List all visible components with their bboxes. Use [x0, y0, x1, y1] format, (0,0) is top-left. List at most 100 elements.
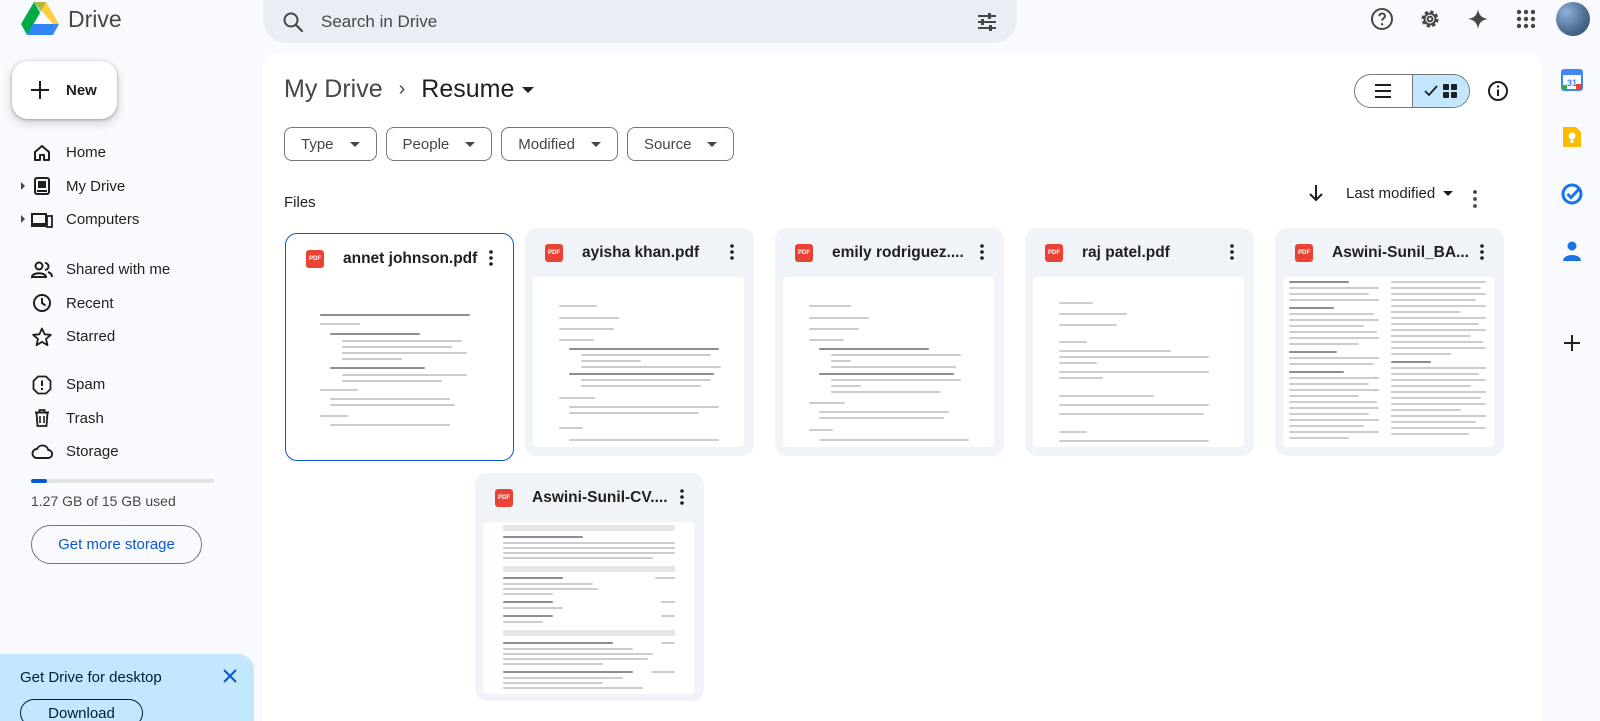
sidebar-item-home[interactable]: Home	[0, 136, 262, 170]
grid-view-button[interactable]	[1411, 75, 1469, 107]
chevron-right-icon: ›	[398, 78, 406, 100]
file-card[interactable]: PDF emily rodriguez....	[775, 228, 1004, 456]
sidebar-item-my-drive[interactable]: My Drive	[0, 170, 262, 204]
filter-label: Source	[643, 135, 692, 153]
search-input[interactable]: Search in Drive	[321, 12, 975, 32]
computers-icon	[30, 208, 54, 232]
file-thumbnail	[783, 277, 994, 447]
sidebar-item-label: Computers	[66, 211, 140, 229]
file-name: Aswini-Sunil_BA...	[1332, 243, 1469, 261]
new-button-label: New	[66, 81, 97, 99]
file-thumbnail	[1283, 277, 1494, 447]
filter-modified[interactable]: Modified	[501, 127, 618, 161]
file-card[interactable]: PDF annet johnson.pdf	[285, 233, 514, 461]
dropdown-icon	[590, 141, 601, 147]
more-vert-icon[interactable]	[1472, 242, 1492, 262]
file-card[interactable]: PDF Aswini-Sunil-CV....	[475, 473, 704, 701]
home-icon	[30, 141, 54, 165]
get-more-storage-button[interactable]: Get more storage	[31, 525, 202, 564]
view-toggle	[1354, 74, 1470, 108]
search-icon[interactable]	[281, 10, 305, 34]
breadcrumb: My Drive › Resume	[284, 75, 535, 104]
pdf-icon: PDF	[1295, 243, 1313, 262]
info-icon[interactable]	[1484, 77, 1512, 105]
file-thumbnail	[483, 522, 694, 694]
breadcrumb-root[interactable]: My Drive	[284, 75, 383, 104]
sort-direction-arrow-icon[interactable]	[1308, 184, 1324, 202]
more-vert-icon[interactable]	[972, 242, 992, 262]
pdf-icon: PDF	[795, 243, 813, 262]
sidebar-item-trash[interactable]: Trash	[0, 402, 262, 436]
desktop-promo-banner: Get Drive for desktop Download	[0, 654, 254, 721]
download-button[interactable]: Download	[20, 699, 143, 721]
dropdown-icon	[707, 141, 718, 147]
sidebar-item-label: Storage	[66, 443, 119, 461]
file-name: emily rodriguez....	[832, 243, 964, 261]
sidebar-item-label: Spam	[66, 376, 106, 394]
main-content: My Drive › Resume Type People Modified S…	[263, 53, 1542, 721]
file-name: annet johnson.pdf	[343, 249, 478, 267]
file-thumbnail	[294, 283, 505, 453]
dropdown-icon	[1443, 190, 1454, 196]
sidebar-item-recent[interactable]: Recent	[0, 287, 262, 321]
filter-source[interactable]: Source	[626, 127, 735, 161]
calendar-icon[interactable]: 31	[1561, 69, 1583, 91]
tasks-icon[interactable]	[1561, 183, 1583, 205]
more-vert-icon[interactable]	[1222, 242, 1242, 262]
spam-icon	[30, 373, 54, 397]
sidebar-item-label: My Drive	[66, 177, 126, 195]
sort-by-dropdown[interactable]: Last modified	[1346, 185, 1454, 202]
add-icon[interactable]	[1561, 332, 1583, 354]
search-bar[interactable]: Search in Drive	[263, 0, 1017, 43]
more-vert-icon[interactable]	[1463, 187, 1487, 211]
new-button[interactable]: New	[12, 61, 117, 119]
file-card[interactable]: PDF raj patel.pdf	[1025, 228, 1254, 456]
breadcrumb-current[interactable]: Resume	[421, 75, 514, 104]
filter-type[interactable]: Type	[284, 127, 377, 161]
filter-chips: Type People Modified Source	[284, 127, 735, 161]
filter-people[interactable]: People	[385, 127, 493, 161]
expand-caret-icon[interactable]	[21, 181, 25, 190]
file-thumbnail	[1033, 277, 1244, 447]
more-vert-icon[interactable]	[722, 242, 742, 262]
gemini-icon[interactable]	[1454, 0, 1502, 38]
promo-title: Get Drive for desktop	[20, 669, 162, 686]
files-section-title: Files	[284, 194, 316, 211]
shared-icon	[30, 258, 54, 282]
close-icon[interactable]	[219, 665, 241, 687]
sidebar-nav: Home My Drive Computers	[0, 136, 262, 237]
trash-icon	[30, 406, 54, 430]
drive-logo[interactable]: Drive	[20, 0, 122, 38]
account-avatar[interactable]	[1556, 2, 1590, 36]
sidebar-item-label: Home	[66, 144, 107, 162]
expand-caret-icon[interactable]	[21, 215, 25, 223]
pdf-icon: PDF	[545, 243, 563, 262]
more-vert-icon[interactable]	[481, 248, 501, 268]
svg-text:31: 31	[1567, 78, 1577, 88]
my-drive-icon	[30, 174, 54, 198]
keep-icon[interactable]	[1561, 126, 1583, 148]
more-vert-icon[interactable]	[672, 487, 692, 507]
search-options-icon[interactable]	[975, 10, 999, 34]
settings-icon[interactable]	[1406, 0, 1454, 38]
apps-icon[interactable]	[1502, 0, 1550, 38]
sidebar-item-shared-with-me[interactable]: Shared with me	[0, 253, 262, 287]
storage-usage-text: 1.27 GB of 15 GB used	[31, 493, 176, 509]
grid-icon	[1442, 84, 1457, 98]
dropdown-icon	[465, 141, 476, 147]
file-name: ayisha khan.pdf	[582, 243, 700, 261]
sidebar-item-starred[interactable]: Starred	[0, 320, 262, 354]
clock-icon	[30, 291, 54, 315]
sidebar-item-label: Trash	[66, 409, 104, 427]
list-view-button[interactable]	[1355, 75, 1412, 107]
sidebar-nav-other: Spam Trash Storage	[0, 368, 262, 469]
sidebar-item-computers[interactable]: Computers	[0, 203, 262, 237]
sidebar-item-storage[interactable]: Storage	[0, 435, 262, 469]
contacts-icon[interactable]	[1561, 240, 1583, 262]
help-icon[interactable]	[1358, 0, 1406, 38]
file-card[interactable]: PDF ayisha khan.pdf	[525, 228, 754, 456]
file-card[interactable]: PDF Aswini-Sunil_BA...	[1275, 228, 1504, 456]
side-panel-rail: 31	[1542, 53, 1600, 721]
sidebar-item-spam[interactable]: Spam	[0, 368, 262, 402]
folder-menu-dropdown-icon[interactable]	[522, 86, 535, 93]
